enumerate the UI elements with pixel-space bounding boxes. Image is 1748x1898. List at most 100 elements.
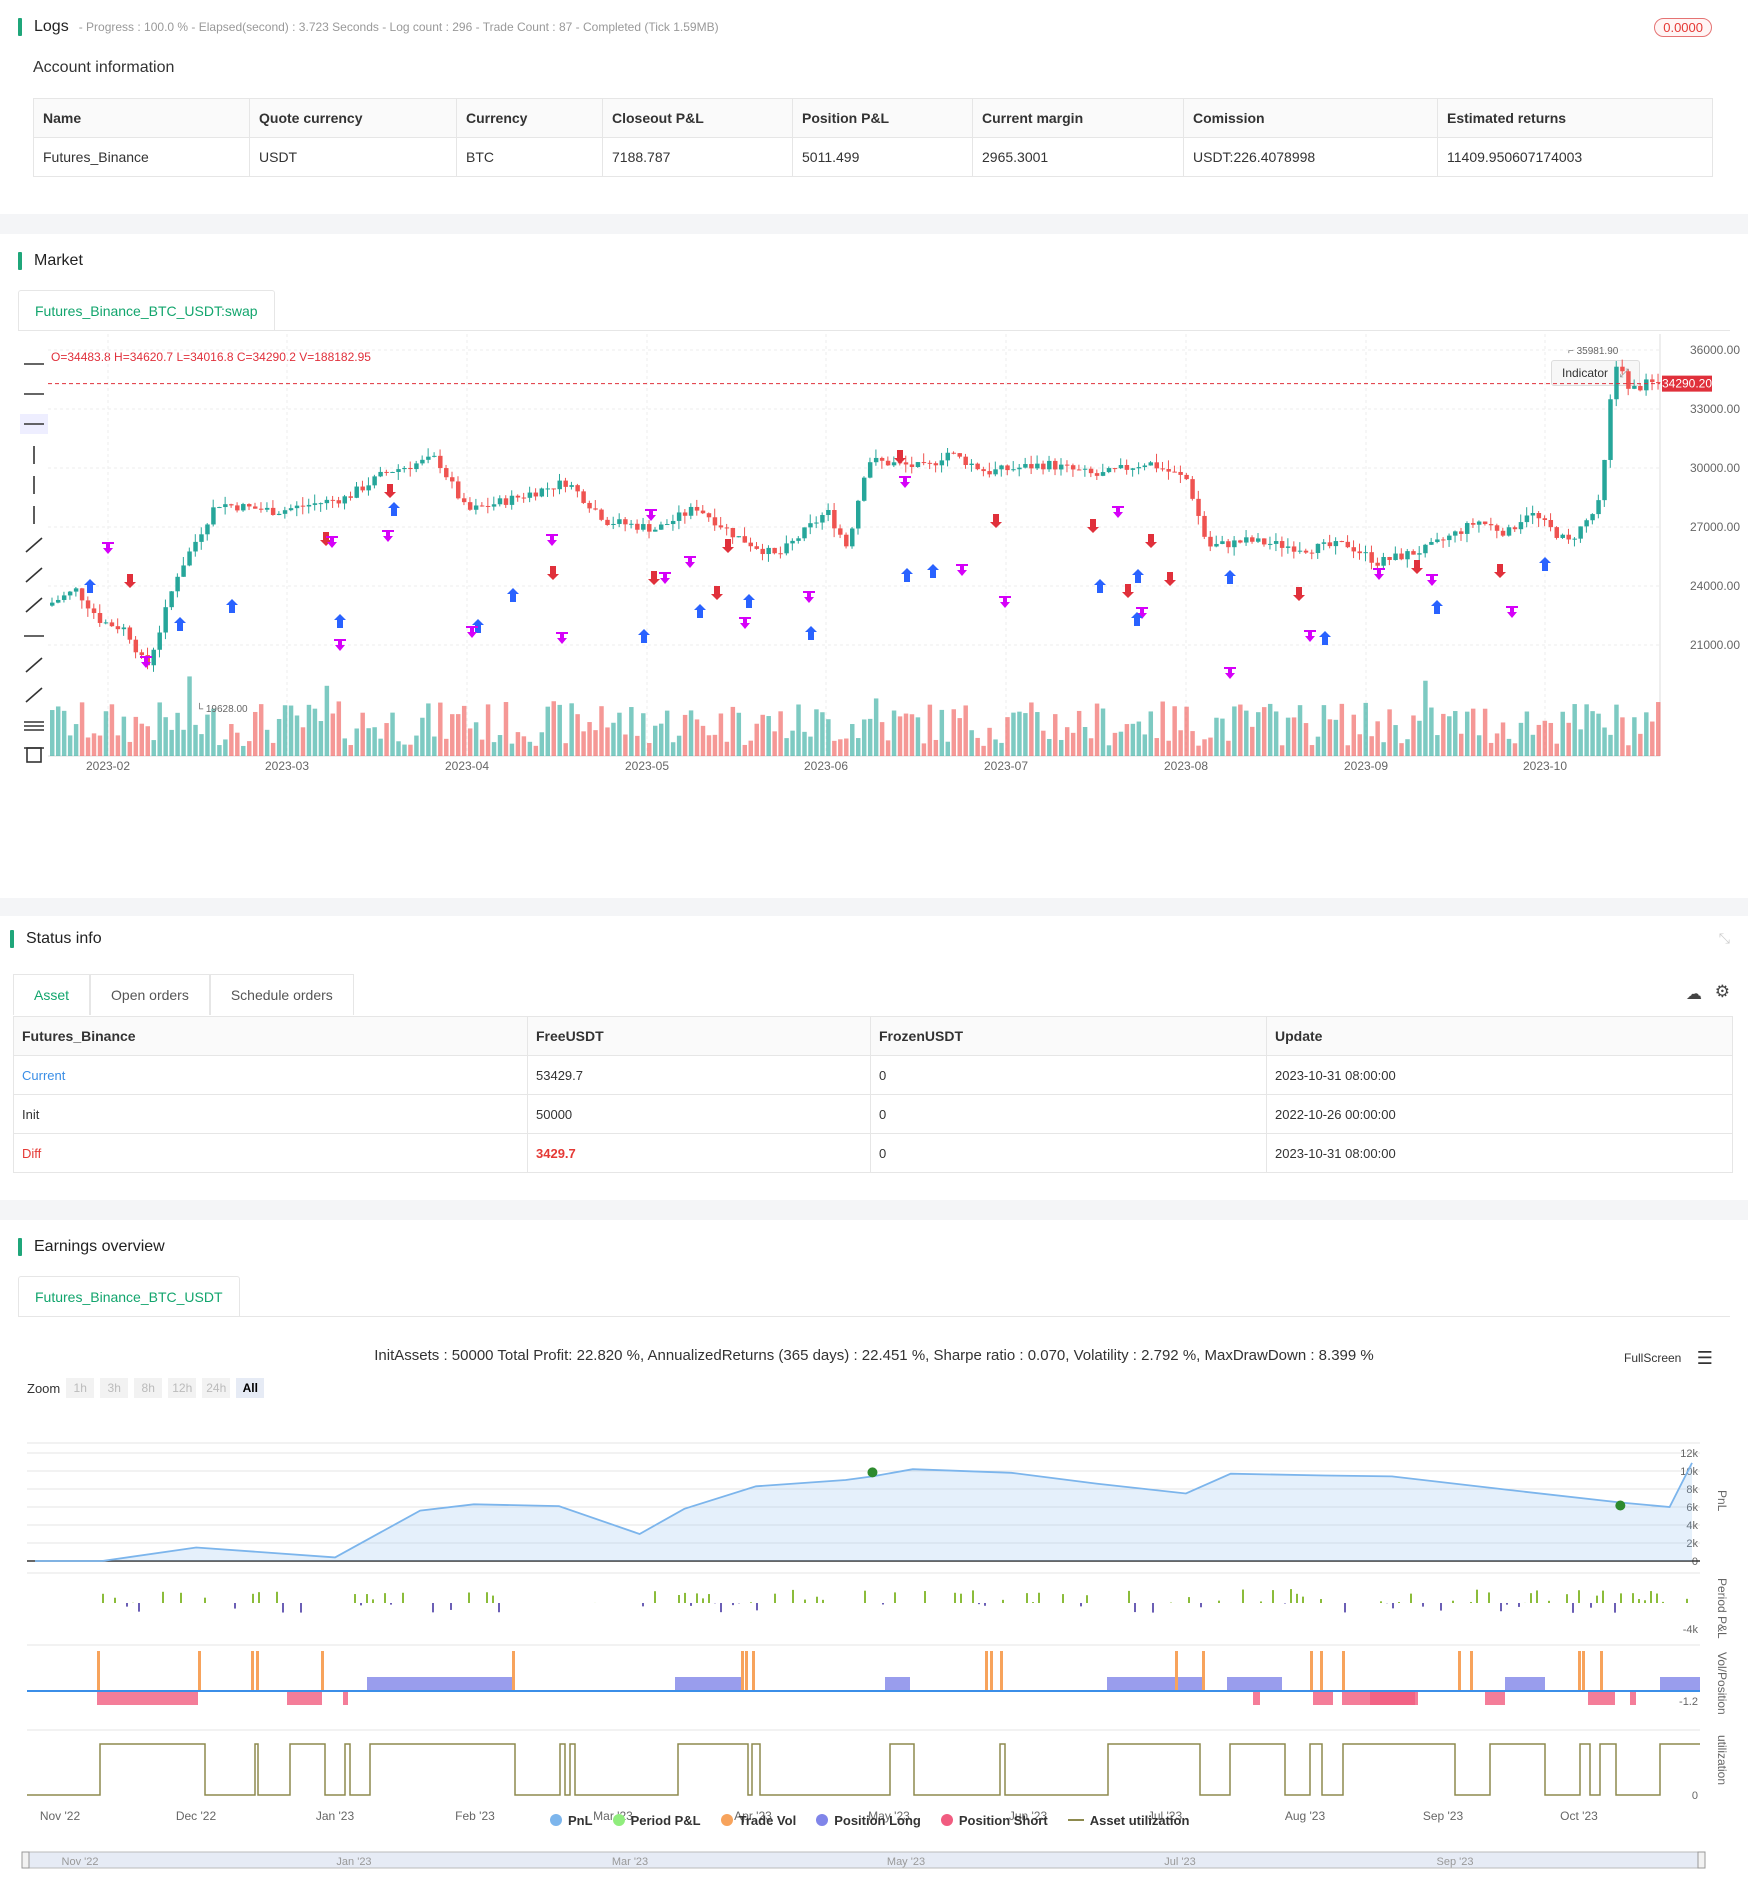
legend-asset-utilization[interactable]: Asset utilization (1067, 1813, 1189, 1828)
cell: 50000 (527, 1094, 871, 1134)
volume-bar (1190, 731, 1195, 756)
candle-body (1339, 541, 1345, 543)
earnings-symbol-tab[interactable]: Futures_Binance_BTC_USDT (18, 1276, 240, 1317)
period-pnl-bar (1002, 1599, 1004, 1603)
asset-header-row: Futures_Binance FreeUSDT FrozenUSDT Upda… (13, 1016, 1733, 1056)
volume-bar (676, 735, 682, 756)
volume-bar (497, 735, 503, 756)
candle-body (694, 506, 700, 511)
volume-bar (575, 714, 580, 756)
volume-bar (903, 713, 909, 756)
volume-bar (503, 702, 509, 756)
axis-title: Period P&L (1715, 1578, 1729, 1639)
volume-bar (109, 704, 115, 756)
candle-body (1256, 538, 1261, 542)
cell: 2023-10-31 08:00:00 (1266, 1055, 1733, 1095)
volume-bar (473, 722, 479, 756)
candle-body (1082, 468, 1088, 470)
period-pnl-bar (678, 1595, 680, 1603)
zoom-all-button[interactable]: All (236, 1378, 265, 1398)
candle-body (1220, 541, 1225, 544)
row-label-current[interactable]: Current (13, 1055, 528, 1095)
legend-position-long[interactable]: Position Long (816, 1813, 921, 1828)
table-row: Init 50000 0 2022-10-26 00:00:00 (13, 1094, 1733, 1134)
candle-body (133, 639, 139, 653)
col-exchange: Futures_Binance (13, 1016, 528, 1056)
period-pnl-bar (864, 1590, 866, 1603)
period-pnl-bar (234, 1603, 236, 1609)
zoom-8h-button[interactable]: 8h (134, 1378, 163, 1398)
candlestick-chart[interactable]: 36000.00 33000.00 30000.00 27000.00 24000.00… (0, 334, 1748, 874)
candle-body (1273, 541, 1279, 544)
volume-bar (479, 739, 485, 756)
zoom-3h-button[interactable]: 3h (100, 1378, 129, 1398)
candle-body (1464, 523, 1470, 534)
candle-body (348, 496, 353, 498)
candle-body (258, 508, 264, 510)
candle-body (1524, 515, 1530, 523)
volume-bar (557, 704, 562, 756)
candle-body (461, 498, 467, 503)
fullscreen-button[interactable]: FullScreen ☰ (1624, 1348, 1713, 1369)
col-estimated-returns: Estimated returns (1437, 98, 1713, 138)
legend-position-short[interactable]: Position Short (940, 1813, 1048, 1828)
volume-bar (467, 728, 473, 756)
cloud-download-icon[interactable]: ☁ (1686, 984, 1702, 1004)
volume-bar (1518, 722, 1524, 756)
volume-bar (264, 729, 270, 756)
legend-trade-vol[interactable]: Trade Vol (720, 1813, 796, 1828)
candle-body (521, 497, 527, 499)
volume-bar (1070, 732, 1076, 756)
candle-body (354, 486, 359, 498)
candle-body (1447, 535, 1452, 541)
axis-title: Vol/Position (1715, 1652, 1729, 1715)
trade-vol-bar (1310, 1651, 1313, 1691)
volume-bar (915, 717, 921, 756)
market-heading: Market (34, 252, 83, 269)
candle-body (814, 522, 819, 524)
volume-bar (1608, 734, 1613, 756)
volume-bar (79, 702, 85, 756)
tab-open-orders[interactable]: Open orders (90, 974, 210, 1015)
volume-bar (330, 713, 336, 756)
period-pnl-bar (402, 1592, 404, 1603)
period-pnl-bar (1218, 1600, 1220, 1603)
trade-vol-bar (1342, 1651, 1345, 1691)
zoom-1h-button[interactable]: 1h (66, 1378, 95, 1398)
period-pnl-bar (1392, 1603, 1394, 1609)
market-symbol-tab[interactable]: Futures_Binance_BTC_USDT:swap (18, 290, 275, 331)
volume-bar (605, 727, 610, 756)
period-pnl-bar (492, 1595, 494, 1603)
legend-period-pnl[interactable]: Period P&L (612, 1813, 701, 1828)
earnings-chart[interactable]: 12k10k8k6k4k2k0PnL-4k Period P&L-1.2 Vol/P… (0, 1400, 1748, 1870)
short-arrow-icon (547, 566, 559, 580)
candle-body (1047, 460, 1052, 470)
y-tick-label: 0 (1692, 1556, 1698, 1568)
col-currency: Currency (456, 98, 603, 138)
candle-body (235, 505, 240, 511)
col-name: Name (33, 98, 250, 138)
volume-bar (1154, 738, 1159, 756)
volume-bar (509, 743, 515, 756)
earnings-title: Earnings overview (18, 1238, 165, 1256)
zoom-12h-button[interactable]: 12h (168, 1378, 197, 1398)
period-pnl-bar (894, 1592, 896, 1603)
volume-bar (1656, 702, 1661, 756)
gear-icon[interactable]: ⚙ (1715, 982, 1730, 1002)
volume-bar (1094, 703, 1100, 756)
period-pnl-bar (1476, 1589, 1478, 1603)
candle-body (241, 504, 246, 511)
legend-pnl[interactable]: PnL (550, 1813, 593, 1828)
volume-bar (587, 722, 592, 756)
candle-body (790, 540, 795, 544)
volume-bar (426, 703, 431, 756)
table-row: Current 53429.7 0 2023-10-31 08:00:00 (13, 1055, 1733, 1095)
tab-schedule-orders[interactable]: Schedule orders (209, 974, 354, 1015)
candle-body (378, 471, 383, 477)
candle-body (408, 467, 413, 470)
volume-bar (1578, 729, 1583, 756)
close-arrow-icon (334, 639, 346, 651)
collapse-icon[interactable]: ⤡ (1719, 930, 1730, 947)
zoom-24h-button[interactable]: 24h (202, 1378, 231, 1398)
tab-asset[interactable]: Asset (13, 974, 91, 1015)
